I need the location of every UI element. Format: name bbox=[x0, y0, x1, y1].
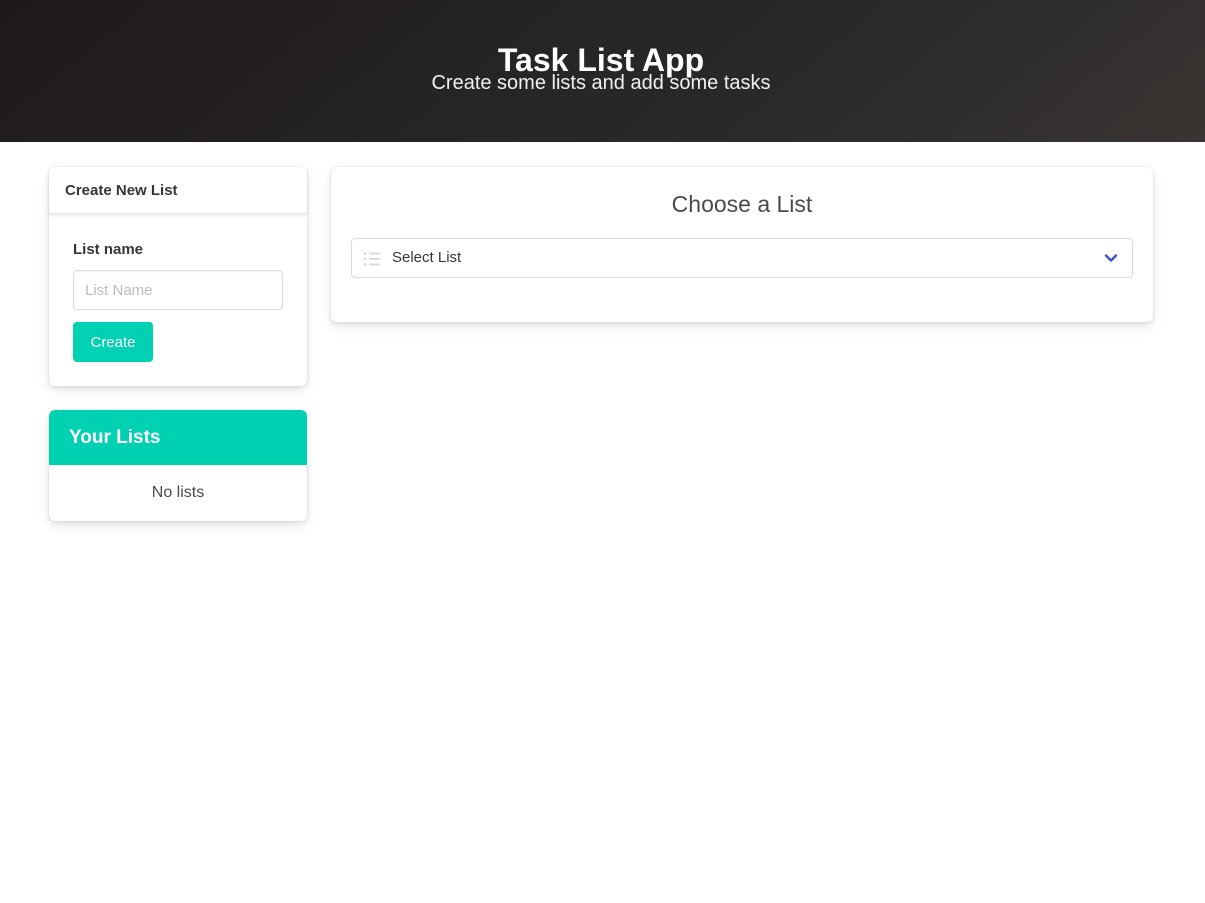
list-name-input[interactable] bbox=[73, 270, 283, 310]
choose-list-card: Choose a List Select List bbox=[331, 167, 1153, 322]
chevron-down-icon bbox=[1104, 254, 1118, 262]
list-icon bbox=[363, 252, 380, 266]
list-name-label: List name bbox=[73, 241, 144, 258]
create-button[interactable]: Create bbox=[73, 322, 153, 362]
choose-list-title: Choose a List bbox=[671, 191, 813, 217]
empty-lists-message: No lists bbox=[151, 484, 205, 501]
create-list-card: Create New List List name Create bbox=[49, 167, 307, 386]
list-select[interactable]: Select List bbox=[351, 238, 1133, 278]
create-list-title: Create New List bbox=[49, 167, 307, 214]
your-lists-heading: Your Lists bbox=[49, 410, 307, 465]
hero-header: Task List App Create some lists and add … bbox=[0, 0, 1205, 142]
your-lists-panel: Your Lists No lists bbox=[49, 410, 307, 521]
select-value: Select List bbox=[392, 249, 462, 266]
app-subtitle: Create some lists and add some tasks bbox=[431, 72, 771, 94]
